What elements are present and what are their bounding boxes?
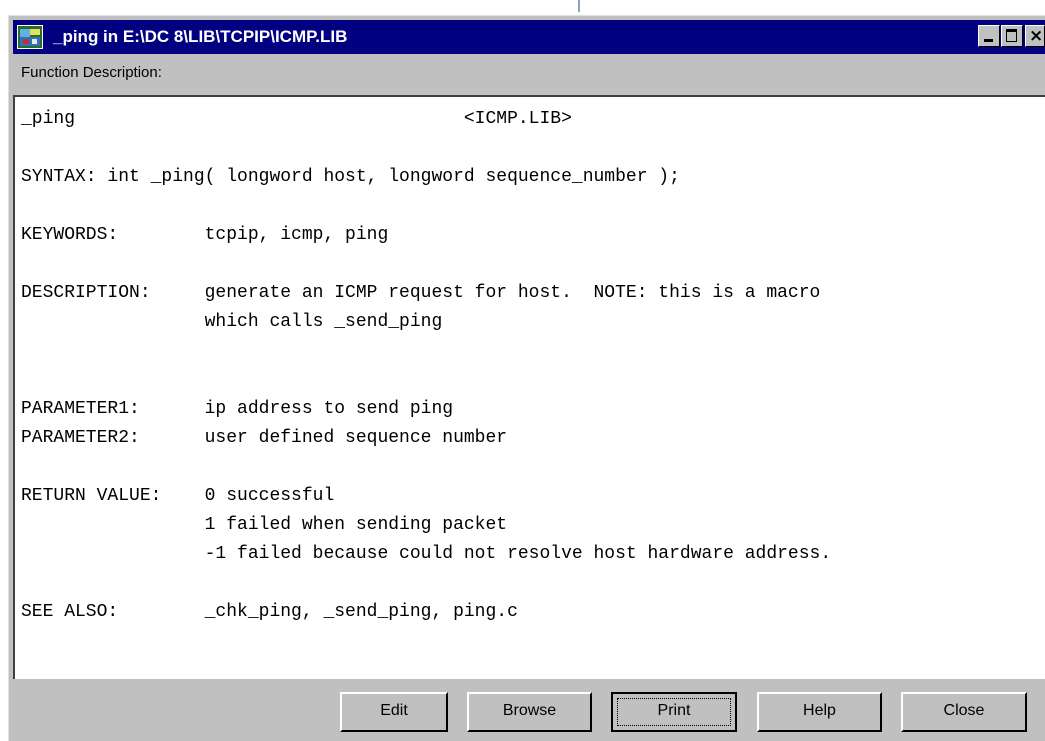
browse-button-label: Browse	[502, 702, 557, 719]
edit-button[interactable]: Edit	[340, 692, 448, 732]
window-title: _ping in E:\DC 8\LIB\TCPIP\ICMP.LIB	[53, 27, 348, 46]
title-bar[interactable]: _ping in E:\DC 8\LIB\TCPIP\ICMP.LIB ×	[13, 20, 1045, 54]
function-description-window: _ping in E:\DC 8\LIB\TCPIP\ICMP.LIB × Fu…	[8, 15, 1045, 741]
function-description-text-area[interactable]: _ping <ICMP.LIB> SYNTAX: int _ping( long…	[13, 95, 1045, 679]
help-button[interactable]: Help	[757, 692, 882, 732]
button-bar: Edit Browse Print Help Close	[9, 681, 1045, 741]
close-icon[interactable]: ×	[1025, 25, 1045, 47]
browse-button[interactable]: Browse	[467, 692, 592, 732]
close-button[interactable]: Close	[901, 692, 1027, 732]
help-button-label: Help	[803, 702, 836, 719]
edit-button-label: Edit	[380, 702, 408, 719]
close-button-label: Close	[943, 702, 985, 719]
print-button[interactable]: Print	[611, 692, 737, 732]
focus-rectangle	[617, 698, 731, 726]
background-strip	[0, 0, 1045, 14]
minimize-icon[interactable]	[978, 25, 1000, 47]
background-divider	[578, 0, 580, 12]
function-description-text: _ping <ICMP.LIB> SYNTAX: int _ping( long…	[21, 109, 832, 622]
maximize-icon[interactable]	[1001, 25, 1023, 47]
function-description-label: Function Description:	[21, 64, 162, 81]
application-icon	[17, 25, 43, 49]
